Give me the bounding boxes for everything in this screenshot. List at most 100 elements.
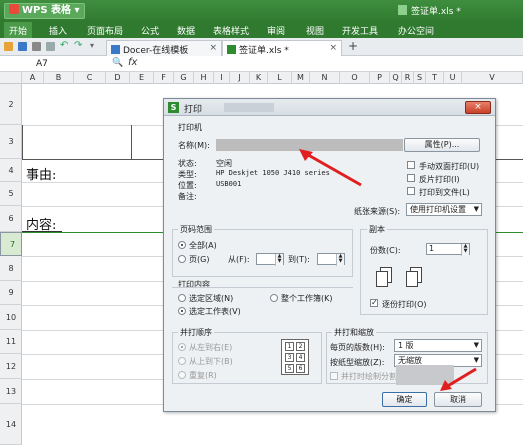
column-header[interactable]: S (414, 72, 426, 84)
reason-label-cell[interactable]: 事由: (26, 164, 56, 183)
ok-button[interactable]: 确定 (382, 392, 427, 407)
menu-data[interactable]: 数据 (177, 24, 195, 37)
column-header[interactable]: G (174, 72, 194, 84)
menu-page-layout[interactable]: 页面布局 (87, 24, 123, 37)
selected-sheet-label[interactable]: 选定工作表(V) (189, 306, 241, 317)
column-header[interactable]: Q (390, 72, 402, 84)
menu-review[interactable]: 审阅 (267, 24, 285, 37)
spinner-icon[interactable]: ▲ ▼ (275, 254, 283, 266)
row-header[interactable]: 8 (0, 256, 22, 281)
close-tab-icon[interactable]: × (209, 43, 217, 53)
column-header[interactable]: F (154, 72, 174, 84)
fx-icon[interactable]: fx (128, 57, 137, 68)
manual-duplex-checkbox[interactable] (407, 161, 415, 169)
properties-button[interactable]: 属性(P)... (404, 138, 480, 152)
row-header[interactable]: 9 (0, 281, 22, 305)
column-header[interactable]: V (462, 72, 523, 84)
print-icon[interactable] (32, 42, 41, 51)
tab-docer-templates[interactable]: Docer-在线模板 × (106, 40, 222, 56)
column-header[interactable]: J (230, 72, 250, 84)
column-header[interactable]: A (22, 72, 44, 84)
spinner-icon[interactable]: ▲ ▼ (336, 254, 344, 266)
row-header[interactable]: 2 (0, 84, 22, 125)
all-pages-label[interactable]: 全部(A) (189, 240, 217, 251)
page-range-radio-label[interactable]: 页(G) (189, 254, 209, 265)
row-header[interactable]: 13 (0, 379, 22, 404)
open-folder-icon[interactable] (4, 42, 13, 51)
reverse-print-checkbox[interactable] (407, 174, 415, 182)
tab-visa-sheet[interactable]: 签证单.xls * × (222, 40, 342, 56)
cancel-button[interactable]: 取消 (434, 392, 482, 407)
page-range-radio[interactable] (178, 255, 186, 263)
menu-home[interactable]: 开始 (4, 22, 33, 38)
menu-developer[interactable]: 开发工具 (342, 24, 378, 37)
print-to-file-checkbox[interactable] (407, 187, 415, 195)
row-header[interactable]: 14 (0, 404, 22, 445)
column-header[interactable]: I (214, 72, 230, 84)
draw-separator-checkbox[interactable] (330, 372, 338, 380)
undo-icon[interactable]: ↶ (60, 40, 68, 51)
to-page-input[interactable]: ▲ ▼ (317, 253, 345, 266)
column-header[interactable]: L (268, 72, 292, 84)
zoom-icon[interactable]: 🔍 (112, 58, 123, 68)
menu-table-style[interactable]: 表格样式 (213, 24, 249, 37)
whole-workbook-radio[interactable] (270, 294, 278, 302)
menu-insert[interactable]: 插入 (49, 24, 67, 37)
row-header-selected[interactable]: 7 (0, 232, 22, 256)
redo-icon[interactable]: ↷ (74, 40, 82, 51)
column-header[interactable]: R (402, 72, 414, 84)
column-header[interactable]: C (74, 72, 106, 84)
row-header[interactable]: 5 (0, 182, 22, 206)
repeat-label[interactable]: 重复(R) (189, 370, 217, 381)
row-header[interactable]: 3 (0, 125, 22, 159)
menu-office-space[interactable]: 办公空间 (398, 24, 434, 37)
collate-checkbox[interactable]: ✓ (370, 299, 378, 307)
chevron-down-icon[interactable]: ▾ (90, 41, 94, 50)
column-header[interactable]: K (250, 72, 268, 84)
column-header[interactable]: B (44, 72, 74, 84)
reverse-print-label[interactable]: 反片打印(I) (419, 174, 460, 185)
close-tab-icon[interactable]: × (329, 43, 337, 53)
manual-duplex-label[interactable]: 手动双面打印(U) (419, 161, 479, 172)
column-header[interactable]: P (370, 72, 390, 84)
print-preview-icon[interactable] (46, 42, 55, 51)
column-header[interactable]: M (292, 72, 310, 84)
left-to-right-radio[interactable] (178, 343, 186, 351)
row-header[interactable]: 6 (0, 206, 22, 232)
print-to-file-label[interactable]: 打印到文件(L) (419, 187, 470, 198)
left-to-right-label[interactable]: 从左到右(E) (189, 342, 232, 353)
pages-per-sheet-select[interactable]: 1 版 ▼ (394, 339, 482, 352)
row-header[interactable]: 11 (0, 330, 22, 354)
spinner-icon[interactable]: ▲ ▼ (461, 244, 469, 256)
all-pages-radio[interactable] (178, 241, 186, 249)
column-header[interactable]: N (310, 72, 340, 84)
column-header[interactable]: H (194, 72, 214, 84)
cell-reference-box[interactable]: A7 (34, 58, 96, 70)
close-button[interactable]: × (465, 101, 491, 114)
top-to-bottom-radio[interactable] (178, 357, 186, 365)
copies-input[interactable]: 1 ▲ ▼ (426, 243, 470, 256)
collate-label[interactable]: 逐份打印(O) (382, 299, 427, 310)
menu-formulas[interactable]: 公式 (141, 24, 159, 37)
repeat-radio[interactable] (178, 371, 186, 379)
column-header[interactable]: U (444, 72, 462, 84)
column-header[interactable]: D (106, 72, 130, 84)
selection-label[interactable]: 选定区域(N) (189, 293, 233, 304)
column-header[interactable]: O (340, 72, 370, 84)
selected-sheet-radio[interactable] (178, 307, 186, 315)
column-header[interactable]: T (426, 72, 444, 84)
top-to-bottom-label[interactable]: 从上到下(B) (189, 356, 233, 367)
row-header[interactable]: 12 (0, 354, 22, 379)
menu-view[interactable]: 视图 (306, 24, 324, 37)
whole-workbook-label[interactable]: 整个工作簿(K) (281, 293, 333, 304)
row-header[interactable]: 10 (0, 305, 22, 330)
from-page-input[interactable]: ▲ ▼ (256, 253, 284, 266)
app-menu-button[interactable]: WPS 表格 ▾ (4, 3, 85, 19)
new-tab-button[interactable]: + (348, 39, 358, 53)
select-all-corner[interactable] (0, 72, 22, 84)
paper-source-select[interactable]: 使用打印机设置 ▼ (406, 203, 482, 216)
selection-radio[interactable] (178, 294, 186, 302)
save-icon[interactable] (18, 42, 27, 51)
row-header[interactable]: 4 (0, 159, 22, 182)
column-header[interactable]: E (130, 72, 154, 84)
